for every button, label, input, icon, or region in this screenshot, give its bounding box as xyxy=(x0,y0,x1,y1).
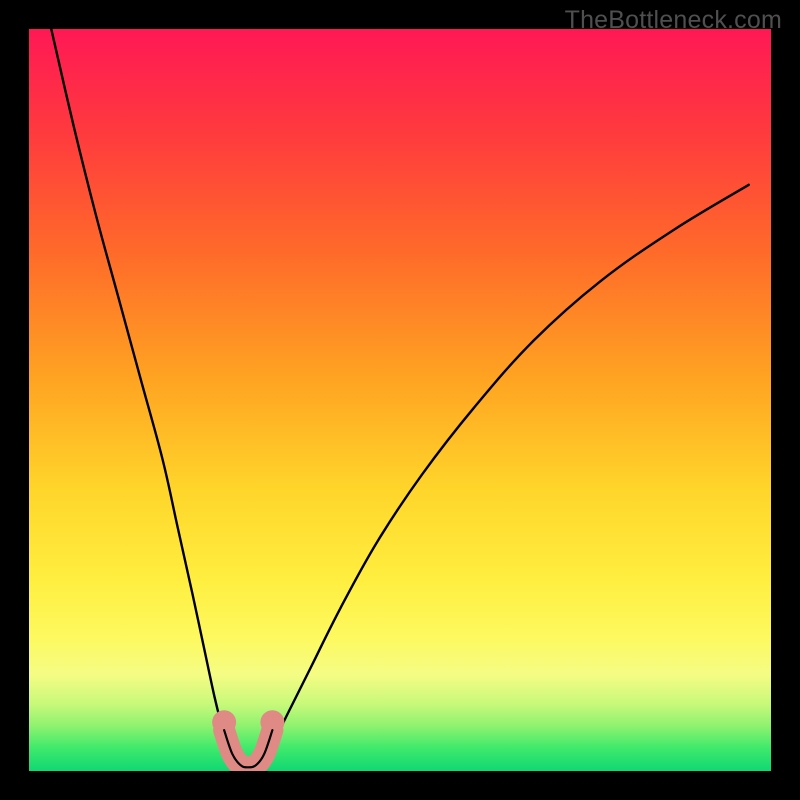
plot-area xyxy=(29,29,771,771)
chart-frame: TheBottleneck.com xyxy=(0,0,800,800)
chart-svg xyxy=(29,29,771,771)
